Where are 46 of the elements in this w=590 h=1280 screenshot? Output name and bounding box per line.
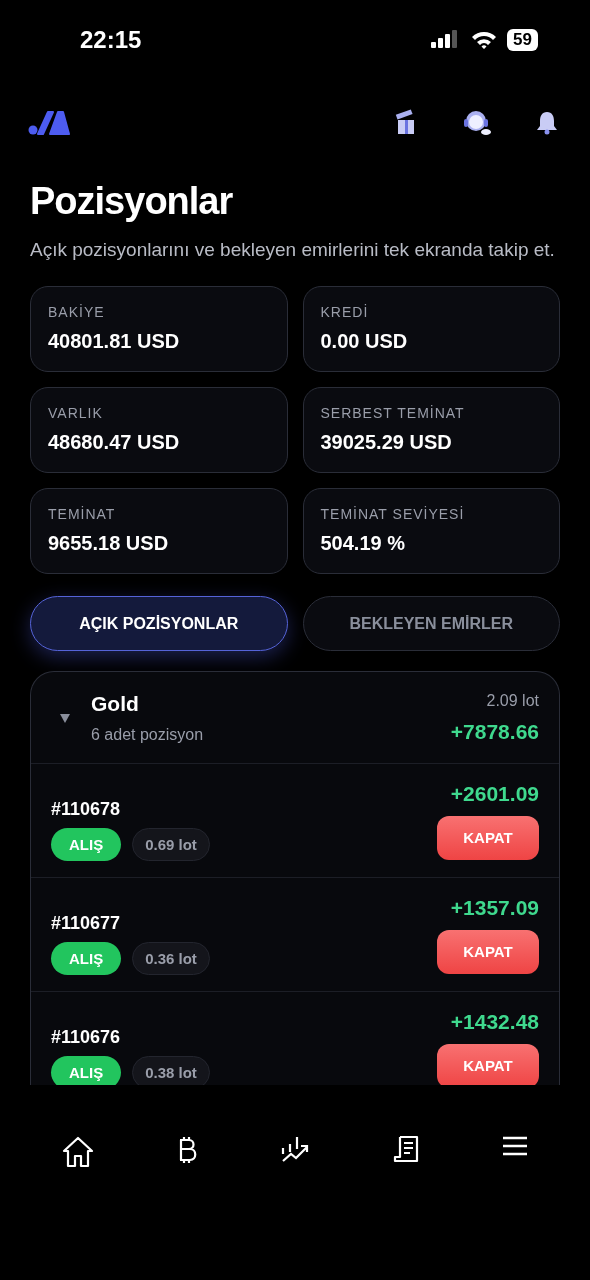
- stat-value: 0.00 USD: [320, 330, 409, 353]
- lot-tag: 0.69 lot: [132, 827, 210, 861]
- home-icon[interactable]: [60, 1135, 95, 1169]
- notification-bell-icon[interactable]: [534, 109, 560, 135]
- support-agent-icon[interactable]: [462, 108, 492, 136]
- wifi-icon: [471, 30, 498, 50]
- stat-value: 48680.47 USD: [48, 431, 181, 454]
- group-lots: 2.09 lot: [486, 691, 539, 710]
- battery-indicator: 59: [507, 29, 538, 51]
- stat-value: 39025.29 USD: [320, 431, 453, 454]
- group-profit: +7878.66: [450, 719, 539, 744]
- position-count: 6 adet pozisyon: [91, 725, 205, 744]
- side-tag: ALIŞ: [51, 1055, 122, 1085]
- stat-value: 9655.18 USD: [48, 532, 170, 555]
- logo-icon: [28, 109, 70, 135]
- lot-tag: 0.38 lot: [132, 1055, 210, 1085]
- group-name: Gold: [91, 691, 140, 716]
- side-tag: ALIŞ: [51, 827, 122, 861]
- position-id: #110678: [51, 798, 122, 820]
- page-title: Pozisyonlar: [30, 180, 234, 223]
- stat-label: KREDİ: [320, 304, 370, 320]
- lot-tag: 0.36 lot: [132, 941, 210, 975]
- close-position-button[interactable]: KAPAT: [437, 815, 539, 860]
- tab[interactable]: BEKLEYEN EMİRLER: [302, 596, 560, 651]
- stat-label: VARLIK: [48, 405, 104, 421]
- tab[interactable]: AÇIK POZİSYONLAR: [30, 596, 288, 651]
- stat-label: BAKİYE: [48, 304, 106, 320]
- menu-icon[interactable]: [501, 1135, 530, 1157]
- position-profit: +2601.09: [450, 781, 539, 806]
- side-tag: ALIŞ: [51, 941, 122, 975]
- close-position-button[interactable]: KAPAT: [437, 1043, 539, 1085]
- position-id: #110676: [51, 1026, 122, 1048]
- position-profit: +1432.48: [450, 1009, 539, 1034]
- stat-label: SERBEST TEMİNAT: [320, 405, 466, 421]
- stat-label: TEMİNAT: [48, 506, 117, 522]
- page-subtitle: Açık pozisyonlarını ve bekleyen emirlerini tek ekranda takip et.: [30, 238, 556, 262]
- chart-trend-icon[interactable]: [280, 1135, 310, 1165]
- stat-value: 40801.81 USD: [48, 330, 181, 353]
- position-id: #110677: [51, 912, 122, 934]
- position-profit: +1357.09: [450, 895, 539, 920]
- stat-value: 504.19 %: [320, 532, 406, 555]
- stat-label: TEMİNAT SEVİYESİ: [320, 506, 466, 522]
- caret-icon[interactable]: [59, 711, 71, 724]
- receipt-icon[interactable]: [391, 1135, 420, 1165]
- status-time: 22:15: [80, 26, 142, 54]
- close-position-button[interactable]: KAPAT: [437, 929, 539, 974]
